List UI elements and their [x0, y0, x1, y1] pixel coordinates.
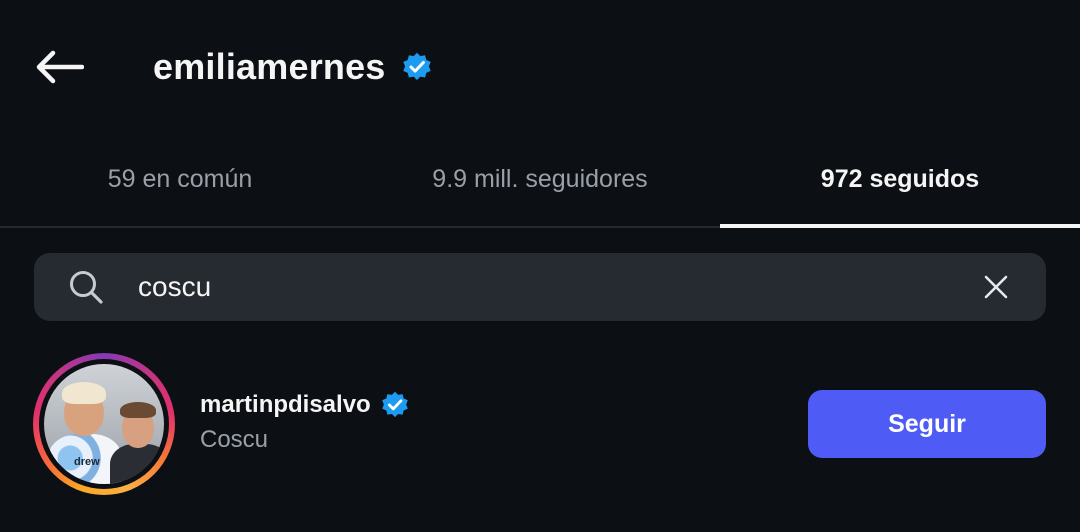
verified-badge-icon [381, 391, 409, 419]
arrow-left-icon [36, 50, 84, 84]
header: emiliamernes [0, 0, 1080, 132]
avatar-shirt-text: drew [74, 456, 100, 468]
avatar-person-2-body [110, 444, 164, 484]
follow-button[interactable]: Seguir [808, 390, 1046, 458]
full-name: Coscu [200, 426, 269, 453]
user-info: martinpdisalvo Coscu [200, 388, 409, 454]
verified-badge-icon [402, 52, 432, 82]
profile-following-page: emiliamernes 59 en común 9.9 mill. segui… [0, 0, 1080, 532]
search-bar [34, 253, 1046, 321]
tab-bar: 59 en común 9.9 mill. seguidores 972 seg… [0, 132, 1080, 228]
back-button[interactable] [30, 44, 88, 90]
close-icon [984, 275, 1008, 299]
clear-search-button[interactable] [976, 267, 1016, 307]
page-title: emiliamernes [153, 46, 386, 87]
avatar[interactable]: drew [33, 353, 175, 495]
username-wrap: martinpdisalvo [200, 388, 409, 422]
avatar-person-2-hair [120, 402, 156, 418]
username[interactable]: martinpdisalvo [200, 391, 371, 419]
list-item[interactable]: drew martinpdisalvo Coscu Seguir [0, 350, 1080, 500]
tab-followers[interactable]: 9.9 mill. seguidores [360, 132, 720, 226]
tab-following[interactable]: 972 seguidos [720, 132, 1080, 228]
search-input[interactable] [136, 270, 976, 304]
avatar-photo: drew [44, 364, 164, 484]
avatar-person-1-hair [62, 382, 106, 404]
tab-mutual[interactable]: 59 en común [0, 132, 360, 226]
avatar-gap: drew [39, 359, 169, 489]
title-wrap: emiliamernes [153, 44, 432, 90]
search-icon [68, 269, 104, 305]
